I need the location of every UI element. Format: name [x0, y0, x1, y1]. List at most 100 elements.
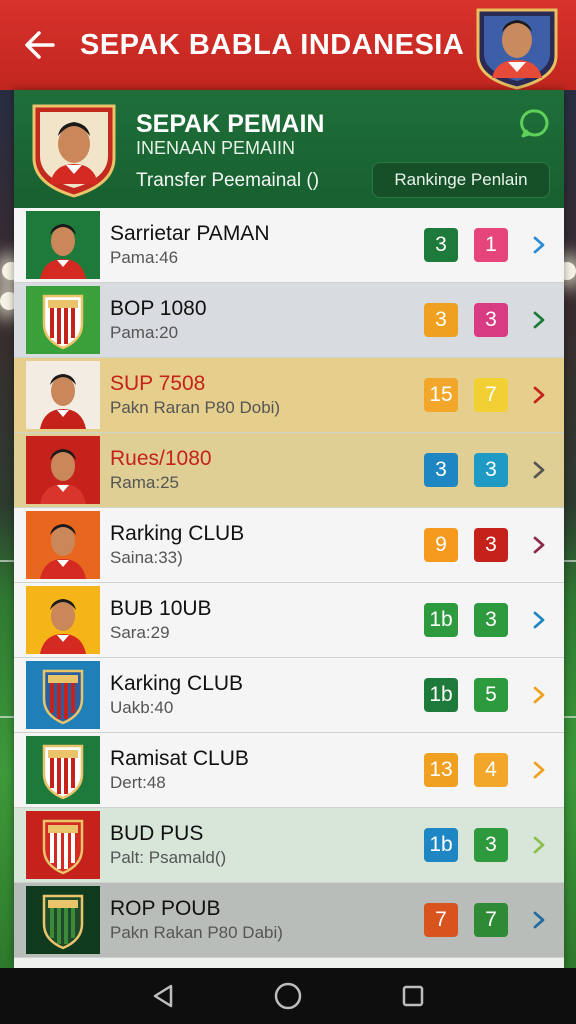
rank-badge: 13 — [424, 753, 458, 787]
chevron-right-icon — [533, 611, 545, 629]
club-crest-icon — [26, 661, 100, 729]
arrow-left-icon — [25, 31, 55, 59]
system-nav-bar — [0, 968, 576, 1024]
score-badge: 7 — [474, 378, 508, 412]
club-crest-icon — [26, 811, 100, 879]
chevron-right-icon — [533, 761, 545, 779]
rank-badge: 1b — [424, 603, 458, 637]
row-meta: Palt: Psamald() — [110, 848, 227, 867]
row-name: Rarking CLUB — [110, 522, 245, 545]
nav-home-button[interactable] — [268, 976, 308, 1016]
chevron-right-icon — [533, 911, 545, 929]
nav-recents-button[interactable] — [393, 976, 433, 1016]
score-badge: 5 — [474, 678, 508, 712]
club-crest-icon — [26, 736, 100, 804]
chat-button[interactable] — [520, 108, 550, 138]
club-crest-icon — [26, 886, 100, 954]
row-chevron[interactable] — [524, 530, 554, 560]
row-chevron[interactable] — [524, 905, 554, 935]
rank-badge: 1b — [424, 828, 458, 862]
profile-avatar[interactable] — [472, 6, 562, 90]
row-text: Karking CLUB Uakb:40 — [110, 671, 424, 719]
back-button[interactable] — [0, 0, 80, 90]
row-chevron[interactable] — [524, 230, 554, 260]
club-crest-icon — [26, 286, 100, 354]
chevron-right-icon — [533, 386, 545, 404]
square-recents-icon — [403, 985, 424, 1007]
row-chevron[interactable] — [524, 680, 554, 710]
rank-badge: 1b — [424, 678, 458, 712]
row-chevron[interactable] — [524, 755, 554, 785]
ranking-row[interactable]: BUB 10UB Sara:29 1b 3 — [14, 583, 564, 658]
chevron-right-icon — [533, 461, 545, 479]
chevron-right-icon — [533, 686, 545, 704]
ranking-row[interactable]: Rues/1080 Rama:25 3 3 — [14, 433, 564, 508]
rank-badge: 3 — [424, 228, 458, 262]
player-photo-icon — [26, 436, 100, 504]
score-badge: 4 — [474, 753, 508, 787]
ranking-row[interactable]: SUP 7508 Pakn Raran P80 Dobi) 15 7 — [14, 358, 564, 433]
row-chevron[interactable] — [524, 305, 554, 335]
row-meta: Pama:20 — [110, 323, 179, 342]
row-meta: Uakb:40 — [110, 698, 174, 717]
chevron-right-icon — [533, 836, 545, 854]
row-text: ROP POUB Pakn Rakan P80 Dabi) — [110, 896, 424, 944]
row-name: Ramisat CLUB — [110, 747, 249, 770]
row-name: BOP 1080 — [110, 297, 207, 320]
row-chevron[interactable] — [524, 455, 554, 485]
row-logo — [26, 736, 100, 804]
nav-back-button[interactable] — [143, 976, 183, 1016]
rank-badge: 3 — [424, 453, 458, 487]
player-shield-icon — [32, 104, 116, 198]
ranking-row[interactable]: BOP 1080 Pama:20 3 3 — [14, 283, 564, 358]
ranking-row[interactable]: Sarrietar PAMAN Pama:46 3 1 — [14, 208, 564, 283]
player-shield-badge — [30, 102, 118, 198]
row-text: Sarrietar PAMAN Pama:46 — [110, 221, 424, 269]
row-text: BUD PUS Palt: Psamald() — [110, 821, 424, 869]
player-shield-icon — [476, 8, 558, 90]
row-meta: Dert:48 — [110, 773, 166, 792]
row-logo — [26, 286, 100, 354]
ranking-row[interactable]: Rarking CLUB Saina:33) 9 3 — [14, 508, 564, 583]
row-text: Rues/1080 Rama:25 — [110, 446, 424, 494]
ranking-row[interactable]: Karking CLUB Uakb:40 1b 5 — [14, 658, 564, 733]
ranking-panel: SEPAK PEMAIN INENAAN PEMAIIN Transfer Pe… — [14, 90, 564, 968]
ranking-row[interactable]: ROP POUB Pakn Rakan P80 Dabi) 7 7 — [14, 883, 564, 958]
row-chevron[interactable] — [524, 830, 554, 860]
triangle-back-icon — [153, 984, 172, 1008]
row-text: Ramisat CLUB Dert:48 — [110, 746, 424, 794]
row-chevron[interactable] — [524, 605, 554, 635]
row-logo — [26, 586, 100, 654]
player-photo-icon — [26, 211, 100, 279]
chevron-right-icon — [533, 536, 545, 554]
score-badge: 3 — [474, 453, 508, 487]
row-name: Rues/1080 — [110, 447, 212, 470]
score-badge: 3 — [474, 828, 508, 862]
panel-title: SEPAK PEMAIN — [136, 110, 325, 138]
ranking-row[interactable]: Ramisat CLUB Dert:48 13 4 — [14, 733, 564, 808]
score-badge: 3 — [474, 528, 508, 562]
rank-badge: 15 — [424, 378, 458, 412]
row-logo — [26, 661, 100, 729]
row-text: SUP 7508 Pakn Raran P80 Dobi) — [110, 371, 424, 419]
score-badge: 3 — [474, 603, 508, 637]
row-logo — [26, 511, 100, 579]
row-meta: Pakn Raran P80 Dobi) — [110, 398, 281, 417]
chat-bubble-icon — [520, 109, 549, 138]
row-meta: Rama:25 — [110, 473, 179, 492]
ranking-row[interactable]: BUD PUS Palt: Psamald() 1b 3 — [14, 808, 564, 883]
chevron-right-icon — [533, 311, 545, 329]
chevron-right-icon — [533, 236, 545, 254]
row-chevron[interactable] — [524, 380, 554, 410]
ranking-button[interactable]: Rankinge Penlain — [372, 162, 550, 198]
row-name: BUB 10UB — [110, 597, 212, 620]
circle-home-icon — [274, 982, 302, 1010]
row-name: Karking CLUB — [110, 672, 244, 695]
row-logo — [26, 436, 100, 504]
row-logo — [26, 211, 100, 279]
transfer-link[interactable]: Transfer Peemainal () — [136, 170, 319, 192]
row-meta: Pakn Rakan P80 Dabi) — [110, 923, 283, 942]
ranking-list: Sarrietar PAMAN Pama:46 3 1 BOP 1080 Pam… — [14, 208, 564, 958]
row-text: BUB 10UB Sara:29 — [110, 596, 424, 644]
rank-badge: 3 — [424, 303, 458, 337]
